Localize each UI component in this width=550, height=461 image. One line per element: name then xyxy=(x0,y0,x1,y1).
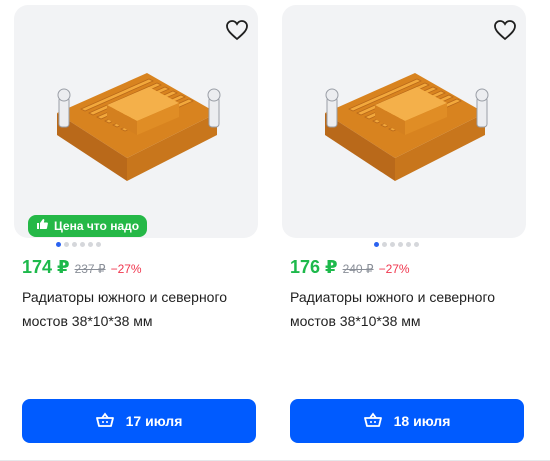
product-card[interactable]: 176 ₽ 240 ₽ −27% Радиаторы южного и севе… xyxy=(282,0,526,461)
price-row: 174 ₽ 237 ₽ −27% xyxy=(22,257,142,278)
gallery-dots xyxy=(274,242,518,247)
product-image-area[interactable]: Цена что надо xyxy=(14,5,258,238)
gallery-dot[interactable] xyxy=(389,242,395,247)
basket-icon xyxy=(95,412,114,431)
price-badge: Цена что надо xyxy=(28,215,148,237)
gallery-dot[interactable] xyxy=(87,242,93,247)
gallery-dot[interactable] xyxy=(397,242,403,247)
product-image-area[interactable] xyxy=(282,5,526,238)
product-title[interactable]: Радиаторы южного и северного мостов 38*1… xyxy=(22,285,258,333)
delivery-button[interactable]: 17 июля xyxy=(22,399,256,443)
gallery-dot[interactable] xyxy=(373,242,379,247)
heatsink-product-image xyxy=(57,73,221,181)
gallery-dot[interactable] xyxy=(63,242,69,247)
gallery-dot[interactable] xyxy=(405,242,411,247)
heatsink-product-image xyxy=(325,73,489,181)
discount: −27% xyxy=(378,262,410,276)
old-price: 237 ₽ xyxy=(74,262,106,276)
gallery-dot[interactable] xyxy=(55,242,61,247)
favorite-heart-icon[interactable] xyxy=(224,17,250,43)
favorite-heart-icon[interactable] xyxy=(492,17,518,43)
product-card[interactable]: Цена что надо 174 ₽ 237 ₽ −27% Радиаторы… xyxy=(14,0,258,461)
delivery-button[interactable]: 18 июля xyxy=(290,399,524,443)
delivery-date: 17 июля xyxy=(125,413,183,429)
old-price: 240 ₽ xyxy=(342,262,374,276)
basket-icon xyxy=(363,412,382,431)
gallery-dot[interactable] xyxy=(413,242,419,247)
product-title[interactable]: Радиаторы южного и северного мостов 38*1… xyxy=(290,285,526,333)
gallery-dot[interactable] xyxy=(95,242,101,247)
gallery-dot[interactable] xyxy=(79,242,85,247)
gallery-dots xyxy=(0,242,200,247)
badge-label: Цена что надо xyxy=(54,219,140,233)
delivery-date: 18 июля xyxy=(393,413,451,429)
price-row: 176 ₽ 240 ₽ −27% xyxy=(290,257,410,278)
discount: −27% xyxy=(110,262,142,276)
gallery-dot[interactable] xyxy=(381,242,387,247)
gallery-dot[interactable] xyxy=(71,242,77,247)
current-price: 174 ₽ xyxy=(22,257,70,277)
thumbs-up-icon xyxy=(36,215,48,237)
current-price: 176 ₽ xyxy=(290,257,338,277)
